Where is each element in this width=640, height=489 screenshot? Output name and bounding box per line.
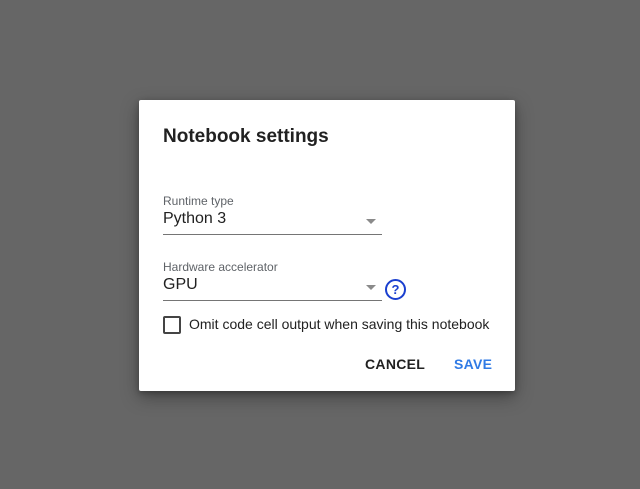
save-button[interactable]: SAVE <box>454 356 492 372</box>
help-circle-icon[interactable]: ? <box>385 279 406 300</box>
runtime-type-value: Python 3 <box>163 210 227 227</box>
help-glyph: ? <box>391 282 400 297</box>
runtime-type-select[interactable]: Python 3 <box>163 208 382 235</box>
dropdown-arrow-icon <box>366 219 376 224</box>
hardware-accelerator-label: Hardware accelerator <box>163 260 278 274</box>
hardware-accelerator-select[interactable]: GPU <box>163 274 382 301</box>
runtime-type-label: Runtime type <box>163 194 234 208</box>
hardware-accelerator-value: GPU <box>163 276 198 293</box>
dropdown-arrow-icon <box>366 285 376 290</box>
omit-output-checkbox[interactable] <box>163 316 181 334</box>
omit-output-label[interactable]: Omit code cell output when saving this n… <box>189 316 489 332</box>
omit-output-option[interactable]: Omit code cell output when saving this n… <box>163 315 503 335</box>
cancel-button[interactable]: CANCEL <box>365 356 425 372</box>
notebook-settings-dialog: Notebook settings Runtime type Python 3 … <box>139 100 515 391</box>
dialog-title: Notebook settings <box>163 126 329 147</box>
